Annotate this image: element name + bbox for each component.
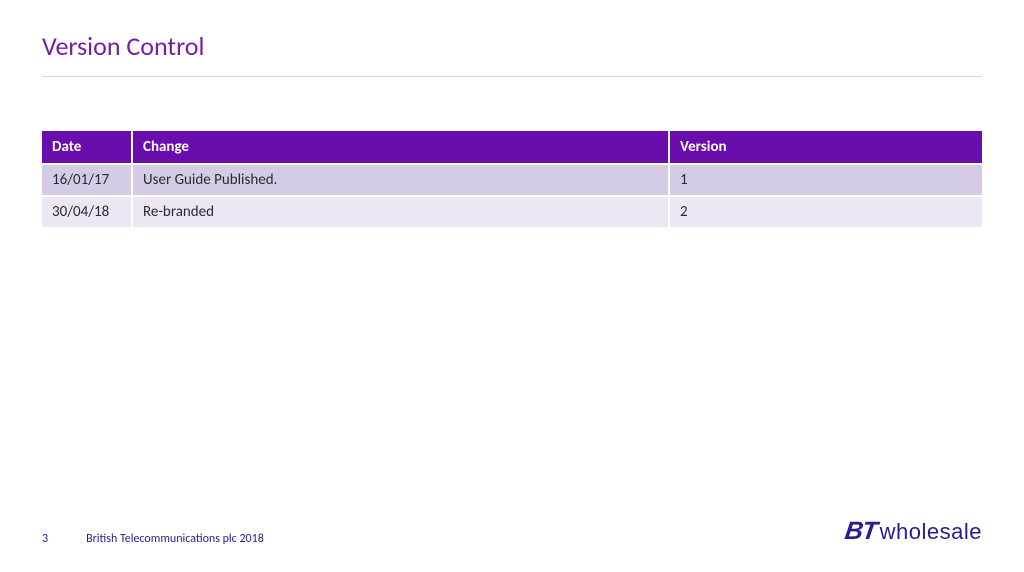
table-row: 16/01/17 User Guide Published. 1: [42, 164, 982, 196]
footer: 3 British Telecommunications plc 2018 BT…: [0, 517, 1024, 546]
logo-wholesale-text: wholesale: [880, 519, 982, 545]
page-title: Version Control: [0, 0, 1024, 76]
cell-change: Re-branded: [132, 196, 669, 227]
bt-wholesale-logo: BT wholesale: [845, 517, 982, 546]
header-version: Version: [669, 131, 982, 164]
cell-change: User Guide Published.: [132, 164, 669, 196]
cell-version: 2: [669, 196, 982, 227]
header-change: Change: [132, 131, 669, 164]
cell-date: 30/04/18: [42, 196, 132, 227]
version-table: Date Change Version 16/01/17 User Guide …: [42, 131, 982, 227]
cell-version: 1: [669, 164, 982, 196]
table-header-row: Date Change Version: [42, 131, 982, 164]
logo-bt-text: BT: [843, 517, 878, 546]
table-row: 30/04/18 Re-branded 2: [42, 196, 982, 227]
footer-left: 3 British Telecommunications plc 2018: [42, 532, 264, 546]
page-number: 3: [42, 532, 48, 546]
content-area: Date Change Version 16/01/17 User Guide …: [0, 77, 1024, 227]
cell-date: 16/01/17: [42, 164, 132, 196]
header-date: Date: [42, 131, 132, 164]
footer-copyright: British Telecommunications plc 2018: [86, 532, 264, 546]
